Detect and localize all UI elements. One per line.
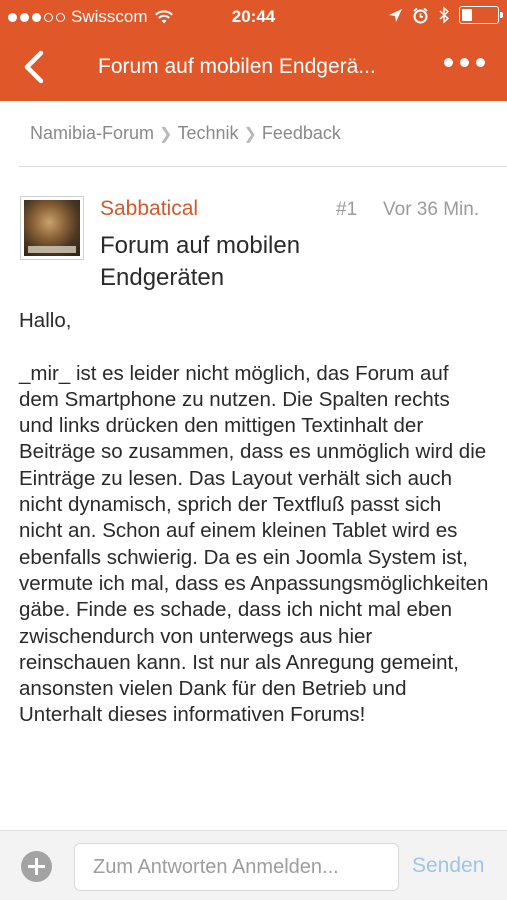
chevron-right-icon: ❯: [159, 125, 173, 143]
post-title: Forum auf mobilen Endgeräten: [100, 232, 301, 291]
post-body: Hallo, _mir_ ist es leider nicht möglich…: [19, 309, 489, 727]
chevron-left-icon: [24, 50, 44, 84]
alarm-clock-icon: [413, 7, 428, 23]
breadcrumb: Namibia-Forum ❯ Technik ❯ Feedback: [30, 123, 341, 144]
status-right: [388, 6, 503, 24]
post-author[interactable]: Sabbatical: [100, 197, 198, 221]
battery-icon: [459, 6, 503, 24]
location-arrow-icon: [389, 8, 402, 22]
breadcrumb-item-feedback[interactable]: Feedback: [262, 123, 341, 144]
reply-bar: Senden: [0, 830, 507, 900]
more-dots-icon: [444, 58, 453, 67]
breadcrumb-item-technik[interactable]: Technik: [177, 123, 238, 144]
post-timestamp: Vor 36 Min.: [383, 199, 480, 220]
divider: [19, 166, 507, 167]
chevron-right-icon: ❯: [243, 125, 257, 143]
avatar[interactable]: [20, 196, 84, 260]
add-attachment-button[interactable]: [21, 851, 52, 882]
status-bar: Swisscom 20:44: [0, 0, 507, 34]
send-button[interactable]: Senden: [412, 854, 484, 878]
post-number: #1: [336, 199, 358, 220]
navigation-bar: Forum auf mobilen Endgerä...: [0, 34, 507, 101]
more-options-button[interactable]: [444, 58, 485, 67]
avatar-image: [24, 200, 80, 256]
app-header: Swisscom 20:44 Forum auf mobilen Endgerä…: [0, 0, 507, 101]
bluetooth-icon: [439, 6, 450, 24]
battery-fill: [462, 9, 472, 21]
back-button[interactable]: [20, 50, 50, 84]
breadcrumb-item-namibia-forum[interactable]: Namibia-Forum: [30, 123, 154, 144]
reply-input[interactable]: [74, 843, 399, 891]
page-title: Forum auf mobilen Endgerä...: [98, 55, 376, 78]
